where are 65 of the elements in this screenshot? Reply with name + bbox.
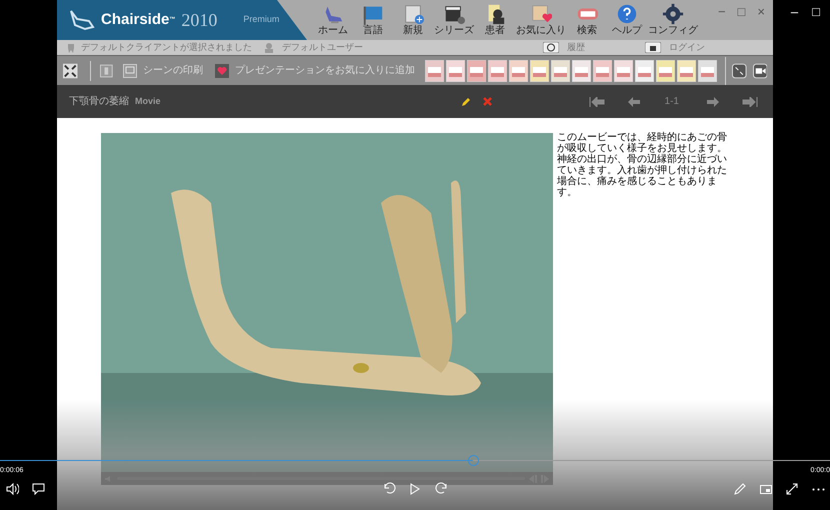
lock-icon xyxy=(645,42,661,53)
description-text: このムービーでは、経時的にあごの骨が吸収していく様子をお見せします。神経の出口が、骨の辺縁部分に近づいていきます。入れ歯が押し付けられた場合に、痛みを感じることもあります。 xyxy=(557,132,727,198)
scene-title: 下顎骨の萎縮 xyxy=(69,94,129,109)
scene-thumbnail[interactable] xyxy=(551,60,570,82)
scene-thumbnail[interactable] xyxy=(488,60,508,82)
nav-button[interactable]: 検索 xyxy=(567,0,607,40)
scene-thumbnail[interactable] xyxy=(677,60,696,82)
rewind-10-icon[interactable] xyxy=(383,482,396,496)
nav-button[interactable]: 言語 xyxy=(353,0,393,40)
scene-thumbnail[interactable] xyxy=(509,60,528,82)
scene-thumbnail[interactable] xyxy=(572,60,592,82)
pencil-icon[interactable] xyxy=(734,483,746,495)
heart-photo-icon xyxy=(530,3,552,25)
nav-button[interactable]: コンフィグ xyxy=(647,0,699,40)
video-camera-icon[interactable] xyxy=(752,62,767,78)
forward-30-icon[interactable] xyxy=(435,482,448,496)
scene-thumbnail[interactable] xyxy=(614,60,634,82)
page-indicator: 1-1 xyxy=(664,95,679,109)
scene-thumbnail[interactable] xyxy=(698,60,718,82)
scene-thumbnail[interactable] xyxy=(467,60,486,82)
delete-icon[interactable] xyxy=(482,97,492,106)
last-page-icon[interactable] xyxy=(742,96,758,106)
nav-button[interactable]: ホーム xyxy=(313,0,353,40)
monitor-icon xyxy=(123,64,138,78)
nav-button[interactable]: 新規 xyxy=(393,0,433,40)
first-page-icon[interactable] xyxy=(588,96,605,106)
page-icon[interactable] xyxy=(100,64,114,78)
volume-icon[interactable] xyxy=(6,483,19,495)
pencil-icon[interactable] xyxy=(460,96,471,106)
nav-button[interactable]: シリーズ xyxy=(433,0,475,40)
user-name: デフォルトユーザー xyxy=(282,40,363,54)
scene-thumbnail[interactable] xyxy=(425,60,444,82)
scene-thumbnail[interactable] xyxy=(593,60,612,82)
new-document-icon xyxy=(402,3,424,25)
scene-thumbnail[interactable] xyxy=(656,60,676,82)
fullscreen-icon[interactable] xyxy=(786,483,798,495)
nav-button[interactable]: お気に入り xyxy=(515,0,567,40)
seek-thumb[interactable] xyxy=(468,454,479,466)
help-icon xyxy=(616,3,638,25)
logo-text: Chairside$^{™}$ xyxy=(101,10,176,30)
more-icon[interactable] xyxy=(812,488,825,491)
tooth-icon xyxy=(67,42,75,52)
edition-label: Premium xyxy=(243,13,280,26)
previous-page-icon[interactable] xyxy=(626,96,640,106)
mini-view-icon[interactable] xyxy=(760,485,772,494)
scene-thumbnail[interactable] xyxy=(446,60,466,82)
user-icon xyxy=(264,42,274,52)
scene-type: Movie xyxy=(135,94,161,108)
scene-thumbnail[interactable] xyxy=(530,60,550,82)
nav-button[interactable]: ヘルプ xyxy=(607,0,647,40)
window-control[interactable]: □ xyxy=(812,2,820,22)
captions-icon[interactable] xyxy=(32,483,45,495)
clock-icon xyxy=(543,42,559,53)
layout-icon[interactable] xyxy=(63,62,78,78)
clapperboard-icon xyxy=(443,3,465,25)
gear-icon xyxy=(662,3,684,25)
window-control[interactable]: – xyxy=(790,2,798,22)
nav-button[interactable]: 患者 xyxy=(475,0,515,40)
expand-icon[interactable] xyxy=(732,62,746,78)
client-status: デフォルトクライアントが選択されました xyxy=(81,40,252,54)
version-year: 2010 xyxy=(181,8,218,32)
scene-thumbnail[interactable] xyxy=(635,60,654,82)
heart-icon xyxy=(215,64,230,78)
next-page-icon[interactable] xyxy=(706,96,720,106)
play-icon[interactable] xyxy=(410,483,420,495)
